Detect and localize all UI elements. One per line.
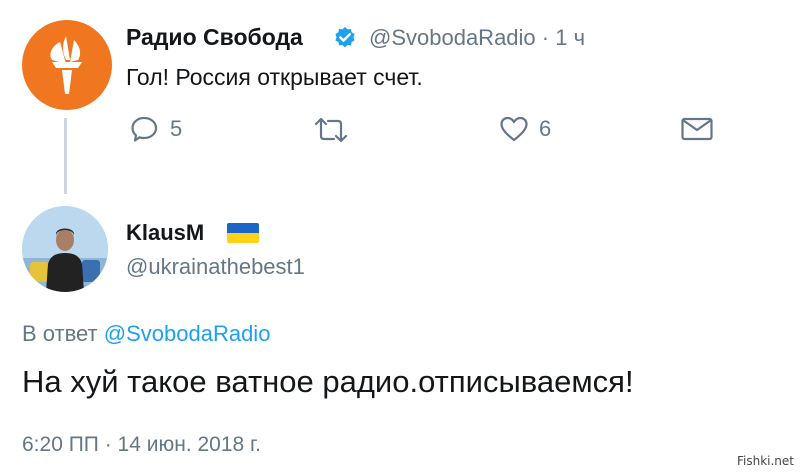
display-name[interactable]: KlausM bbox=[126, 220, 204, 246]
timestamp[interactable]: 6:20 ПП · 14 июн. 2018 г. bbox=[22, 433, 261, 457]
reply-context: В ответ @SvobodaRadio bbox=[22, 321, 270, 347]
display-name[interactable]: Радио Свобода bbox=[126, 24, 303, 51]
like-count: 6 bbox=[539, 116, 552, 141]
retweet-icon bbox=[314, 117, 348, 143]
thread-line bbox=[64, 118, 67, 194]
retweet-button[interactable] bbox=[312, 116, 350, 144]
watermark: Fishki.net bbox=[736, 454, 794, 468]
heart-icon bbox=[500, 116, 528, 142]
reply-button[interactable]: 5 bbox=[130, 115, 182, 143]
user-photo-icon bbox=[22, 206, 108, 292]
avatar-svoboda-radio[interactable] bbox=[22, 20, 112, 110]
reply-icon bbox=[131, 116, 158, 142]
handle[interactable]: @ukrainathebest1 bbox=[126, 254, 305, 280]
reply-to-mention-link[interactable]: @SvobodaRadio bbox=[104, 321, 271, 346]
torch-logo-icon bbox=[50, 36, 82, 94]
tweet-text: Гол! Россия открывает счет. bbox=[126, 64, 423, 90]
like-button[interactable]: 6 bbox=[499, 115, 551, 143]
verified-badge-icon bbox=[333, 26, 357, 50]
direct-message-button[interactable] bbox=[680, 115, 714, 143]
ukraine-flag-icon bbox=[227, 223, 259, 243]
handle-and-time[interactable]: @SvobodaRadio · 1 ч bbox=[369, 25, 585, 51]
reply-to-prefix: В ответ bbox=[22, 321, 98, 346]
avatar-klausm[interactable] bbox=[22, 206, 108, 292]
reply-count: 5 bbox=[170, 116, 183, 141]
tweet-text: На хуй такое ватное радио.отписываемся! bbox=[22, 364, 634, 399]
envelope-icon bbox=[681, 117, 713, 141]
